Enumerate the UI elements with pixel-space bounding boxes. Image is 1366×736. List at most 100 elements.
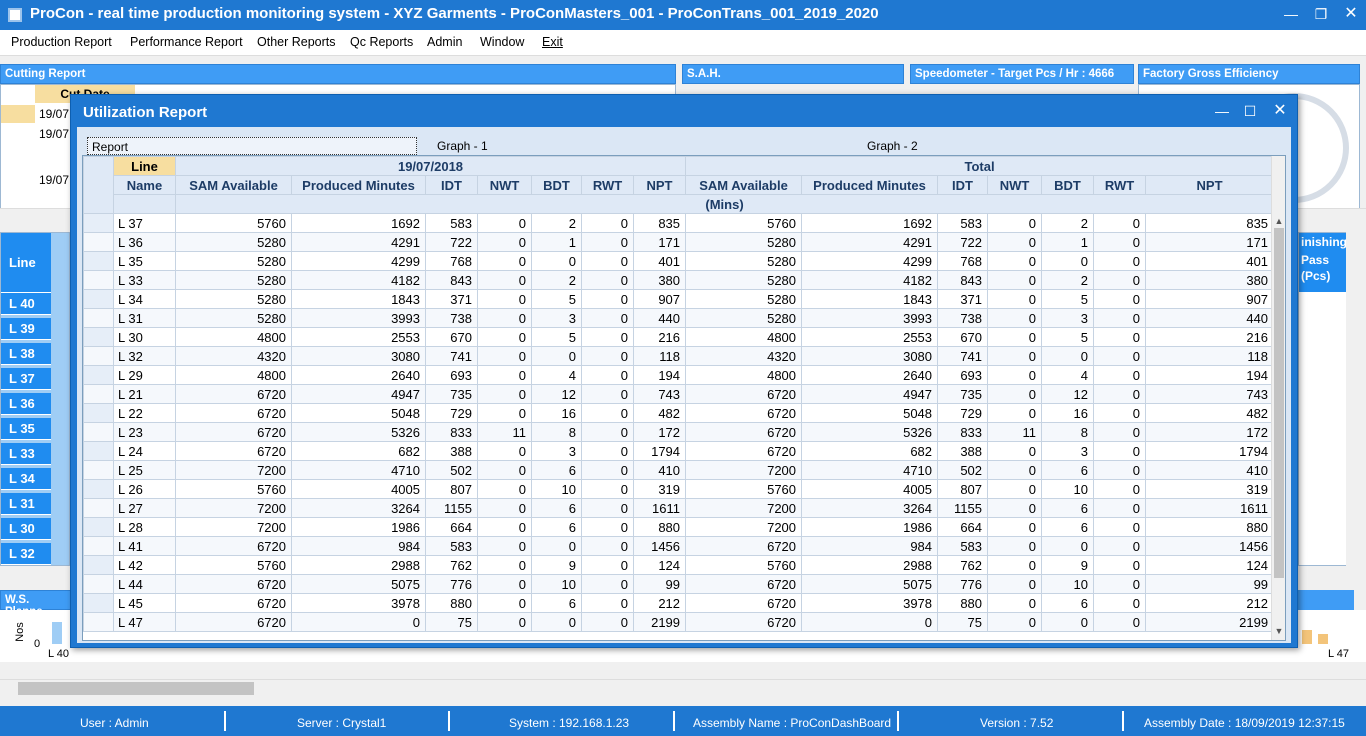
value-cell[interactable]: 6 bbox=[531, 460, 582, 480]
value-cell[interactable]: 410 bbox=[632, 460, 687, 480]
value-cell[interactable]: 1692 bbox=[801, 213, 939, 233]
value-cell[interactable]: 0 bbox=[1093, 479, 1147, 499]
row-header[interactable] bbox=[83, 308, 114, 328]
column-header[interactable]: NWT bbox=[987, 175, 1043, 195]
value-cell[interactable]: 729 bbox=[425, 403, 478, 423]
value-cell[interactable]: 0 bbox=[581, 270, 634, 290]
value-cell[interactable]: 10 bbox=[531, 479, 582, 499]
value-cell[interactable]: 4291 bbox=[291, 232, 426, 252]
value-cell[interactable]: 75 bbox=[425, 612, 478, 632]
value-cell[interactable]: 2 bbox=[531, 213, 582, 233]
value-cell[interactable]: 1794 bbox=[632, 441, 687, 461]
value-cell[interactable]: 2988 bbox=[291, 555, 426, 575]
value-cell[interactable]: 124 bbox=[1145, 555, 1275, 575]
value-cell[interactable]: 4800 bbox=[685, 365, 803, 385]
value-cell[interactable]: 6720 bbox=[175, 403, 292, 423]
value-cell[interactable]: 0 bbox=[581, 327, 634, 347]
value-cell[interactable]: 722 bbox=[937, 232, 989, 252]
value-cell[interactable]: 5048 bbox=[291, 403, 426, 423]
value-cell[interactable]: 0 bbox=[477, 213, 532, 233]
value-cell[interactable]: 583 bbox=[425, 213, 478, 233]
value-cell[interactable]: 6720 bbox=[685, 441, 803, 461]
value-cell[interactable]: 0 bbox=[987, 612, 1043, 632]
row-header[interactable] bbox=[83, 460, 114, 480]
value-cell[interactable]: 0 bbox=[1093, 498, 1147, 518]
table-row[interactable]: L 26 5760 4005 807 0 10 0 319 5760 4005 807 0 10 0 319 bbox=[83, 479, 1275, 499]
value-cell[interactable]: 4320 bbox=[175, 346, 292, 366]
value-cell[interactable]: 693 bbox=[937, 365, 989, 385]
value-cell[interactable]: 1794 bbox=[1145, 441, 1275, 461]
value-cell[interactable]: 670 bbox=[425, 327, 478, 347]
value-cell[interactable]: 907 bbox=[632, 289, 687, 309]
row-header[interactable] bbox=[83, 384, 114, 404]
value-cell[interactable]: 6720 bbox=[685, 536, 803, 556]
value-cell[interactable]: 0 bbox=[1093, 593, 1147, 613]
value-cell[interactable]: 5280 bbox=[175, 232, 292, 252]
table-row[interactable]: L 30 4800 2553 670 0 5 0 216 4800 2553 670 0 5 0 216 bbox=[83, 327, 1275, 347]
line-name-cell[interactable]: L 27 bbox=[113, 498, 176, 518]
column-header[interactable]: SAM Available bbox=[175, 175, 292, 195]
hscroll-thumb[interactable] bbox=[18, 682, 254, 695]
value-cell[interactable]: 682 bbox=[801, 441, 939, 461]
table-row[interactable]: L 47 6720 0 75 0 0 0 2199 6720 0 75 0 0 0 2199 bbox=[83, 612, 1275, 632]
value-cell[interactable]: 75 bbox=[937, 612, 989, 632]
value-cell[interactable]: 768 bbox=[937, 251, 989, 271]
column-header[interactable]: RWT bbox=[581, 175, 634, 195]
value-cell[interactable]: 2199 bbox=[1145, 612, 1275, 632]
line-name-cell[interactable]: L 22 bbox=[113, 403, 176, 423]
scroll-down-icon[interactable]: ▼ bbox=[1272, 626, 1285, 640]
value-cell[interactable]: 10 bbox=[1041, 574, 1095, 594]
grid-vscroll[interactable]: ▲ ▼ bbox=[1271, 156, 1285, 640]
value-cell[interactable]: 741 bbox=[425, 346, 478, 366]
value-cell[interactable]: 1456 bbox=[632, 536, 687, 556]
value-cell[interactable]: 762 bbox=[425, 555, 478, 575]
value-cell[interactable]: 0 bbox=[987, 403, 1043, 423]
menu-qc-reports[interactable]: Qc Reports bbox=[350, 35, 413, 49]
value-cell[interactable]: 6720 bbox=[175, 593, 292, 613]
row-header[interactable] bbox=[83, 498, 114, 518]
value-cell[interactable]: 5075 bbox=[291, 574, 426, 594]
table-row[interactable]: L 21 6720 4947 735 0 12 0 743 6720 4947 735 0 12 0 743 bbox=[83, 384, 1275, 404]
line-name-cell[interactable]: L 44 bbox=[113, 574, 176, 594]
value-cell[interactable]: 664 bbox=[425, 517, 478, 537]
line-name-cell[interactable]: L 26 bbox=[113, 479, 176, 499]
value-cell[interactable]: 583 bbox=[425, 536, 478, 556]
value-cell[interactable]: 5280 bbox=[685, 270, 803, 290]
value-cell[interactable]: 3 bbox=[1041, 308, 1095, 328]
value-cell[interactable]: 843 bbox=[425, 270, 478, 290]
value-cell[interactable]: 0 bbox=[581, 365, 634, 385]
value-cell[interactable]: 0 bbox=[1093, 232, 1147, 252]
value-cell[interactable]: 1692 bbox=[291, 213, 426, 233]
value-cell[interactable]: 776 bbox=[937, 574, 989, 594]
value-cell[interactable]: 8 bbox=[1041, 422, 1095, 442]
close-icon[interactable]: ✕ bbox=[1336, 3, 1366, 25]
value-cell[interactable]: 693 bbox=[425, 365, 478, 385]
value-cell[interactable]: 0 bbox=[1093, 536, 1147, 556]
modal-close-icon[interactable]: ✕ bbox=[1265, 100, 1295, 122]
value-cell[interactable]: 124 bbox=[632, 555, 687, 575]
value-cell[interactable]: 3993 bbox=[291, 308, 426, 328]
value-cell[interactable]: 6720 bbox=[175, 536, 292, 556]
value-cell[interactable]: 0 bbox=[581, 232, 634, 252]
value-cell[interactable]: 171 bbox=[1145, 232, 1275, 252]
value-cell[interactable]: 5760 bbox=[685, 213, 803, 233]
value-cell[interactable]: 16 bbox=[531, 403, 582, 423]
value-cell[interactable]: 1611 bbox=[1145, 498, 1275, 518]
value-cell[interactable]: 0 bbox=[1093, 612, 1147, 632]
value-cell[interactable]: 0 bbox=[1093, 441, 1147, 461]
value-cell[interactable]: 4005 bbox=[801, 479, 939, 499]
value-cell[interactable]: 502 bbox=[425, 460, 478, 480]
value-cell[interactable]: 2 bbox=[531, 270, 582, 290]
value-cell[interactable]: 0 bbox=[477, 308, 532, 328]
value-cell[interactable]: 6720 bbox=[685, 422, 803, 442]
value-cell[interactable]: 0 bbox=[987, 593, 1043, 613]
table-row[interactable]: L 27 7200 3264 1155 0 6 0 1611 7200 3264 1155 0 6 0 16… bbox=[83, 498, 1275, 518]
line-name-cell[interactable]: L 24 bbox=[113, 441, 176, 461]
row-header[interactable] bbox=[83, 422, 114, 442]
value-cell[interactable]: 0 bbox=[477, 232, 532, 252]
row-header[interactable] bbox=[83, 251, 114, 271]
value-cell[interactable]: 0 bbox=[477, 384, 532, 404]
value-cell[interactable]: 2553 bbox=[291, 327, 426, 347]
line-name-cell[interactable]: L 28 bbox=[113, 517, 176, 537]
value-cell[interactable]: 3 bbox=[531, 441, 582, 461]
